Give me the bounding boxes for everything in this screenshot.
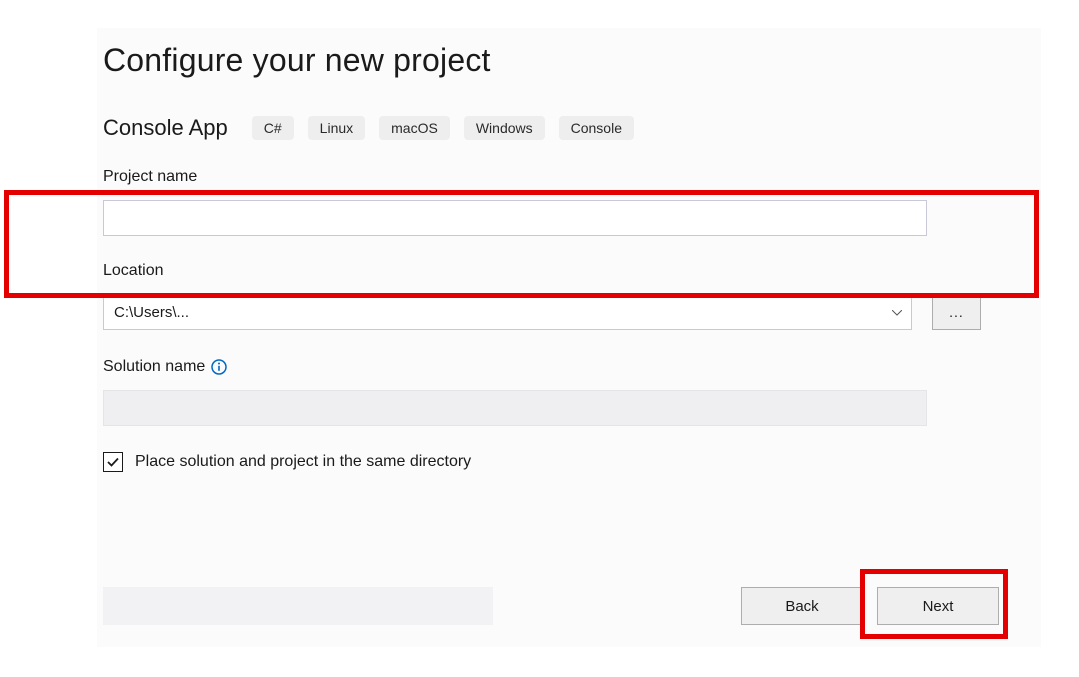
page-title: Configure your new project: [103, 42, 1041, 79]
same-directory-checkbox[interactable]: [103, 452, 123, 472]
solution-name-input: [103, 390, 927, 426]
project-name-label: Project name: [103, 168, 981, 186]
tag-linux: Linux: [308, 116, 365, 140]
tag-macos: macOS: [379, 116, 450, 140]
location-value: C:\Users\...: [114, 304, 189, 321]
tag-windows: Windows: [464, 116, 545, 140]
location-label: Location: [103, 262, 981, 280]
template-row: Console App C# Linux macOS Windows Conso…: [103, 115, 1041, 141]
next-button[interactable]: Next: [877, 587, 999, 625]
solution-name-label: Solution name: [103, 358, 205, 376]
tag-console: Console: [559, 116, 634, 140]
bottom-shadow: [103, 587, 493, 625]
tag-csharp: C#: [252, 116, 294, 140]
template-name: Console App: [103, 115, 228, 141]
ellipsis-icon: ...: [949, 304, 964, 320]
same-directory-label: Place solution and project in the same d…: [135, 453, 471, 471]
back-button[interactable]: Back: [741, 587, 863, 625]
project-name-input[interactable]: [103, 200, 927, 236]
checkmark-icon: [106, 455, 120, 469]
location-select[interactable]: C:\Users\...: [103, 294, 912, 330]
info-icon[interactable]: [211, 359, 227, 375]
browse-button[interactable]: ...: [932, 294, 981, 330]
